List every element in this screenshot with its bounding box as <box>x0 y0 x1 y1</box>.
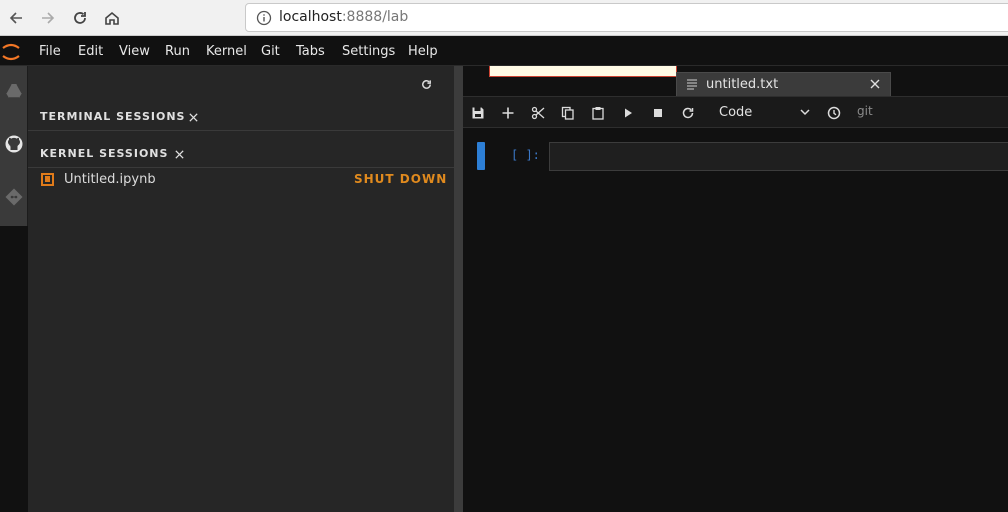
plus-icon <box>502 107 514 119</box>
close-kernel-sessions-button[interactable] <box>172 147 186 161</box>
back-button[interactable] <box>4 6 28 30</box>
reload-icon <box>74 12 86 24</box>
session-name[interactable]: Untitled.ipynb <box>64 172 156 187</box>
run-cell-button[interactable] <box>619 104 637 122</box>
cell-prompt: [ ]: <box>511 148 540 162</box>
cell-type-value: Code <box>719 105 753 120</box>
paste-icon <box>592 107 604 120</box>
google-drive-icon <box>5 83 23 99</box>
interrupt-kernel-button[interactable] <box>649 104 667 122</box>
refresh-sessions-button[interactable] <box>416 74 436 94</box>
menu-view[interactable]: View <box>119 44 150 59</box>
menu-edit[interactable]: Edit <box>78 44 103 59</box>
shut-down-button[interactable]: SHUT DOWN <box>354 172 447 186</box>
menu-run[interactable]: Run <box>165 44 190 59</box>
active-cell-marker <box>477 142 485 170</box>
panel-splitter[interactable] <box>454 66 463 512</box>
restart-icon <box>682 107 694 119</box>
close-icon <box>188 112 198 122</box>
url-path: :8888/lab <box>341 9 409 25</box>
forward-arrow-icon <box>42 12 55 24</box>
url-text: localhost:8888/lab <box>279 9 408 25</box>
menu-help[interactable]: Help <box>408 44 438 59</box>
info-icon[interactable] <box>256 10 272 26</box>
refresh-icon <box>421 79 431 89</box>
home-icon <box>105 11 119 25</box>
tab-label: untitled.txt <box>706 77 779 92</box>
close-icon <box>174 149 184 159</box>
notebook-icon <box>41 173 54 186</box>
google-drive-tab[interactable] <box>2 79 26 103</box>
git-icon <box>5 188 23 206</box>
activity-bar <box>0 66 28 226</box>
close-terminal-sessions-button[interactable] <box>186 110 200 124</box>
notebook-toolbar: Code git <box>463 96 1008 128</box>
git-tab[interactable] <box>2 185 26 209</box>
copy-button[interactable] <box>559 104 577 122</box>
text-file-icon <box>687 79 697 90</box>
kernel-session-item[interactable]: Untitled.ipynb SHUT DOWN <box>28 171 454 191</box>
notebook-cells: [ ]: <box>463 129 1008 512</box>
back-arrow-icon <box>9 12 22 24</box>
section-divider <box>28 167 454 168</box>
paste-button[interactable] <box>589 104 607 122</box>
tab-bar: untitled.txt <box>463 66 1008 96</box>
tab-untitled-txt[interactable]: untitled.txt <box>676 72 891 96</box>
play-icon <box>625 108 632 118</box>
stop-icon <box>654 109 662 117</box>
close-icon[interactable] <box>869 78 881 90</box>
url-host: localhost <box>279 9 342 25</box>
chevron-down-icon <box>800 109 810 116</box>
url-bar[interactable]: localhost:8888/lab <box>245 3 1008 32</box>
save-button[interactable] <box>469 104 487 122</box>
menu-kernel[interactable]: Kernel <box>206 44 247 59</box>
browser-toolbar: localhost:8888/lab <box>0 0 1008 36</box>
forward-button[interactable] <box>36 6 60 30</box>
jupyter-logo-icon <box>2 43 20 61</box>
main-area: untitled.txt Code git []: <box>463 66 1008 512</box>
code-cell-input[interactable] <box>549 142 1008 171</box>
tab-partial[interactable] <box>489 66 677 77</box>
terminal-sessions-title: TERMINAL SESSIONS <box>40 110 186 123</box>
running-sessions-panel: TERMINAL SESSIONS KERNEL SESSIONS Untitl… <box>28 66 454 512</box>
git-toolbar-label[interactable]: git <box>857 104 873 118</box>
cell-type-select[interactable]: Code <box>713 103 813 123</box>
scissors-icon <box>531 106 545 120</box>
section-divider <box>28 130 454 131</box>
menu-settings[interactable]: Settings <box>342 44 395 59</box>
github-tab[interactable] <box>2 132 26 156</box>
home-button[interactable] <box>100 6 124 30</box>
insert-cell-button[interactable] <box>499 104 517 122</box>
cut-button[interactable] <box>529 104 547 122</box>
save-icon <box>472 107 484 119</box>
copy-icon <box>561 106 574 120</box>
reload-button[interactable] <box>68 6 92 30</box>
github-icon <box>5 135 23 153</box>
history-button[interactable] <box>825 104 843 122</box>
menu-file[interactable]: File <box>39 44 61 59</box>
restart-kernel-button[interactable] <box>679 104 697 122</box>
kernel-sessions-title: KERNEL SESSIONS <box>40 147 169 160</box>
menu-git[interactable]: Git <box>261 44 280 59</box>
clock-icon <box>827 106 841 120</box>
menu-bar: File Edit View Run Kernel Git Tabs Setti… <box>0 37 1008 66</box>
menu-tabs[interactable]: Tabs <box>296 44 325 59</box>
